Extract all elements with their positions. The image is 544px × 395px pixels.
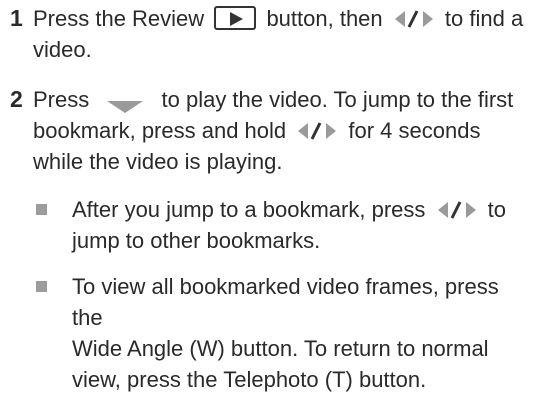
- bullet-line: jump to other bookmarks.: [72, 228, 321, 253]
- bullet-line: Wide Angle (W) button. To return to norm…: [72, 336, 489, 361]
- step-line: Press the Review button, then to find a: [33, 6, 524, 31]
- left-right-arrows-icon: [436, 198, 478, 220]
- step-number: 2: [10, 86, 23, 112]
- bullet-line: view, press the Telephoto (T) button.: [72, 367, 427, 392]
- step-line: Press to play the video. To jump to the …: [33, 87, 514, 114]
- bullet-line: To view all bookmarked video frames, pre…: [72, 274, 499, 330]
- bullet-square: [36, 281, 47, 292]
- bullet-text: After you jump to a bookmark, press to j…: [72, 194, 534, 256]
- step-line: while the video is playing.: [33, 149, 283, 174]
- step-text: Press to play the video. To jump to the …: [33, 84, 532, 177]
- bullet-line: After you jump to a bookmark, press to: [72, 197, 506, 222]
- step-text: Press the Review button, then to find a …: [33, 3, 532, 65]
- left-right-arrows-icon: [393, 7, 435, 29]
- step-number: 1: [10, 5, 23, 31]
- step-line: video.: [33, 37, 92, 62]
- bullet-text: To view all bookmarked video frames, pre…: [72, 271, 534, 395]
- bullet-square: [36, 204, 47, 215]
- review-play-button-icon: [214, 6, 257, 31]
- left-right-arrows-icon: [296, 119, 338, 141]
- down-triangle-icon: [103, 91, 147, 114]
- step-line: bookmark, press and hold for 4 seconds: [33, 118, 481, 143]
